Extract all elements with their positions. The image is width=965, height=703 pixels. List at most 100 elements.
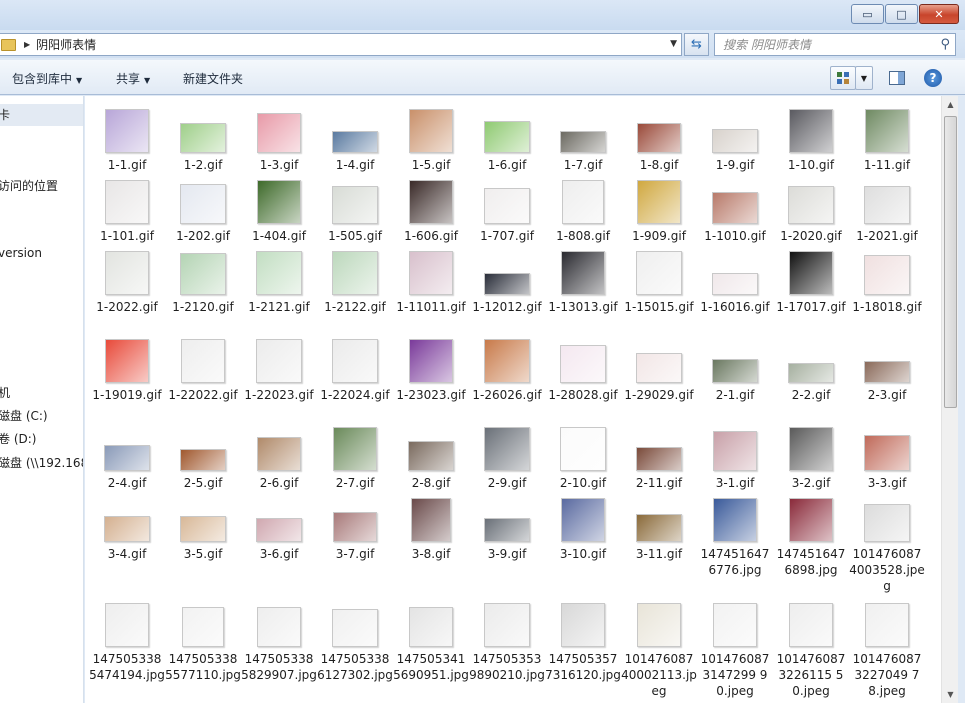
breadcrumb-arrow-icon[interactable]: ▶ <box>24 40 30 49</box>
image-thumbnail[interactable] <box>788 186 834 224</box>
image-thumbnail[interactable] <box>333 427 377 471</box>
nav-item[interactable]: 磁盘 (\\192.168 <box>0 454 83 471</box>
image-thumbnail[interactable] <box>409 251 453 295</box>
help-button[interactable]: ? <box>924 69 942 87</box>
file-item[interactable]: 3-1.gif <box>697 419 773 491</box>
file-item[interactable]: 2-7.gif <box>317 419 393 491</box>
image-thumbnail[interactable] <box>636 447 682 471</box>
image-thumbnail[interactable] <box>865 109 909 153</box>
file-item[interactable]: 2-1.gif <box>697 331 773 403</box>
file-item[interactable]: 1-9.gif <box>697 101 773 173</box>
file-item[interactable]: 1-29029.gif <box>621 331 697 403</box>
scroll-up-icon[interactable]: ▲ <box>942 96 959 113</box>
image-thumbnail[interactable] <box>561 251 605 295</box>
file-item[interactable]: 3-3.gif <box>849 419 925 491</box>
new-folder-button[interactable]: 新建文件夹 <box>183 70 243 87</box>
file-item[interactable]: 1-707.gif <box>469 172 545 244</box>
vertical-scrollbar[interactable]: ▲ ▼ <box>941 96 959 703</box>
nav-item[interactable]: 机 <box>0 384 10 401</box>
file-item[interactable]: 3-4.gif <box>89 490 165 562</box>
image-thumbnail[interactable] <box>257 180 301 224</box>
file-item[interactable]: 1-2120.gif <box>165 243 241 315</box>
file-item[interactable]: 3-6.gif <box>241 490 317 562</box>
address-dropdown-icon[interactable]: ▼ <box>670 39 677 49</box>
file-item[interactable]: 2-6.gif <box>241 419 317 491</box>
file-item[interactable]: 1474516476776.jpg <box>697 490 773 578</box>
image-thumbnail[interactable] <box>636 251 682 295</box>
file-item[interactable]: 1-5.gif <box>393 101 469 173</box>
image-thumbnail[interactable] <box>409 109 453 153</box>
file-item[interactable]: 1-22024.gif <box>317 331 393 403</box>
file-item[interactable]: 1475053385474194.jpg <box>89 595 165 683</box>
file-item[interactable]: 1-19019.gif <box>89 331 165 403</box>
file-item[interactable]: 1-1010.gif <box>697 172 773 244</box>
file-item[interactable]: 1-606.gif <box>393 172 469 244</box>
image-thumbnail[interactable] <box>636 353 682 383</box>
image-thumbnail[interactable] <box>864 435 910 471</box>
file-item[interactable]: 1-8.gif <box>621 101 697 173</box>
image-thumbnail[interactable] <box>637 123 681 153</box>
file-item[interactable]: 2-8.gif <box>393 419 469 491</box>
file-item[interactable]: 1-2121.gif <box>241 243 317 315</box>
image-thumbnail[interactable] <box>560 427 606 471</box>
nav-item[interactable]: 访问的位置 <box>0 177 58 194</box>
search-input[interactable]: 搜索 阴阳师表情 <box>723 36 811 53</box>
file-item[interactable]: 2-10.gif <box>545 419 621 491</box>
file-item[interactable]: 1014760874003528.jpeg <box>849 490 925 594</box>
file-item[interactable]: 1475053385829907.jpg <box>241 595 317 683</box>
image-thumbnail[interactable] <box>333 512 377 542</box>
image-thumbnail[interactable] <box>636 514 682 542</box>
file-item[interactable]: 3-8.gif <box>393 490 469 562</box>
file-item[interactable]: 1-2020.gif <box>773 172 849 244</box>
image-thumbnail[interactable] <box>712 359 758 383</box>
file-item[interactable]: 1-808.gif <box>545 172 621 244</box>
file-item[interactable]: 1475053577316120.jpg <box>545 595 621 683</box>
image-thumbnail[interactable] <box>864 255 910 295</box>
close-button[interactable]: ✕ <box>919 4 959 24</box>
file-item[interactable]: 1-2022.gif <box>89 243 165 315</box>
file-item[interactable]: 3-10.gif <box>545 490 621 562</box>
image-thumbnail[interactable] <box>408 441 454 471</box>
minimize-button[interactable]: ▭ <box>851 4 884 24</box>
image-thumbnail[interactable] <box>561 498 605 542</box>
image-thumbnail[interactable] <box>182 607 224 647</box>
file-item[interactable]: 1475053415690951.jpg <box>393 595 469 683</box>
file-item[interactable]: 1-17017.gif <box>773 243 849 315</box>
file-item[interactable]: 1-22023.gif <box>241 331 317 403</box>
image-thumbnail[interactable] <box>789 427 833 471</box>
image-thumbnail[interactable] <box>864 504 910 542</box>
image-thumbnail[interactable] <box>332 131 378 153</box>
file-item[interactable]: 1-16016.gif <box>697 243 773 315</box>
file-item[interactable]: 10147608740002113.jpeg <box>621 595 697 699</box>
file-item[interactable]: 3-7.gif <box>317 490 393 562</box>
file-item[interactable]: 1-23023.gif <box>393 331 469 403</box>
file-item[interactable]: 3-2.gif <box>773 419 849 491</box>
image-thumbnail[interactable] <box>713 498 757 542</box>
file-item[interactable]: 1-10.gif <box>773 101 849 173</box>
file-item[interactable]: 1-22022.gif <box>165 331 241 403</box>
preview-pane-button[interactable] <box>884 66 910 90</box>
search-icon[interactable]: ⚲ <box>940 37 950 52</box>
maximize-button[interactable]: □ <box>885 4 918 24</box>
file-item[interactable]: 1-1.gif <box>89 101 165 173</box>
image-thumbnail[interactable] <box>256 339 302 383</box>
file-item[interactable]: 1-202.gif <box>165 172 241 244</box>
file-item[interactable]: 1-26026.gif <box>469 331 545 403</box>
file-item[interactable]: 1-505.gif <box>317 172 393 244</box>
file-item[interactable]: 1-18018.gif <box>849 243 925 315</box>
image-thumbnail[interactable] <box>256 518 302 542</box>
image-thumbnail[interactable] <box>484 603 530 647</box>
change-view-button[interactable] <box>830 66 856 90</box>
image-thumbnail[interactable] <box>105 603 149 647</box>
file-item[interactable]: 1-3.gif <box>241 101 317 173</box>
image-thumbnail[interactable] <box>562 180 604 224</box>
image-thumbnail[interactable] <box>104 516 150 542</box>
image-thumbnail[interactable] <box>864 361 910 383</box>
share-button[interactable]: 共享 ▼ <box>116 70 150 87</box>
image-thumbnail[interactable] <box>332 609 378 647</box>
image-thumbnail[interactable] <box>257 437 301 471</box>
image-thumbnail[interactable] <box>789 109 833 153</box>
image-thumbnail[interactable] <box>712 273 758 295</box>
file-item[interactable]: 1014760873226115 50.jpeg <box>773 595 849 699</box>
image-thumbnail[interactable] <box>713 431 757 471</box>
